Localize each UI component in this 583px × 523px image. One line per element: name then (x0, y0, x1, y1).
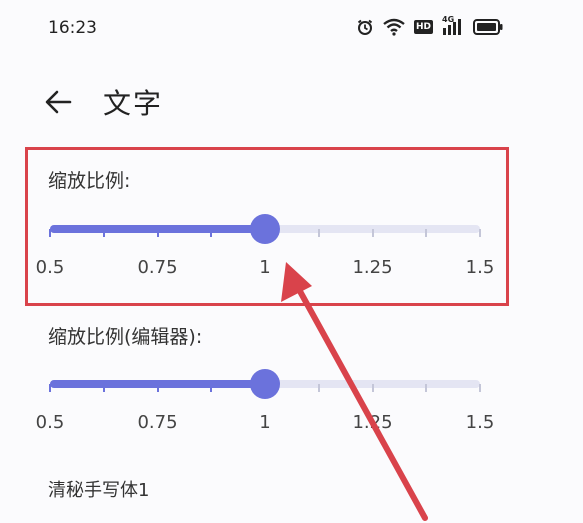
setting-label-editor-scale: 缩放比例(编辑器): (48, 326, 203, 348)
status-time: 16:23 (48, 18, 97, 38)
editor-scale-slider[interactable]: 0.5 0.75 1 1.25 1.5 (36, 369, 500, 480)
slider-tick (49, 229, 51, 237)
slider-tick-label: 0.75 (137, 412, 178, 433)
slider-tick-label: 1 (259, 412, 271, 433)
slider-tick (371, 229, 374, 237)
app-header: 文字 (0, 80, 583, 124)
slider-tick (156, 384, 159, 392)
slider-tick (317, 384, 320, 392)
slider-tick (210, 384, 213, 392)
slider-tick-label: 1.5 (465, 412, 495, 433)
font-setting-label[interactable]: 清秘手写体1 (48, 476, 149, 502)
slider-tick (156, 229, 159, 237)
signal-4g-icon: 4G (442, 15, 464, 36)
slider-tick-label: 1.25 (352, 257, 393, 278)
slider-thumb[interactable] (250, 214, 280, 244)
battery-icon (473, 19, 503, 35)
slider-thumb[interactable] (250, 369, 280, 399)
page-title: 文字 (103, 87, 164, 120)
slider-tick (210, 229, 213, 237)
slider-tick-label: 1 (259, 257, 271, 278)
back-arrow-icon (45, 90, 72, 114)
slider-tick (49, 384, 51, 392)
slider-tick (102, 384, 105, 392)
slider-tick-label: 0.75 (137, 257, 178, 278)
status-bar: 16:23 HD 4G (0, 0, 583, 60)
setting-label-scale: 缩放比例: (48, 170, 131, 192)
slider-tick-label: 1.5 (465, 257, 495, 278)
slider-tick (371, 384, 374, 392)
slider-tick (425, 384, 428, 392)
alarm-icon (356, 18, 374, 36)
slider-tick (317, 229, 320, 237)
wifi-icon (383, 18, 405, 36)
slider-tick-label: 0.5 (35, 412, 65, 433)
slider-tick (425, 229, 428, 237)
hd-icon: HD (413, 20, 433, 34)
slider-tick-label: 1.25 (352, 412, 393, 433)
scale-slider[interactable]: 0.5 0.75 1 1.25 1.5 (36, 214, 500, 325)
slider-tick (102, 229, 105, 237)
slider-tick (479, 384, 481, 392)
slider-tick-label: 0.5 (35, 257, 65, 278)
status-icons: HD 4G (356, 15, 503, 36)
back-button[interactable] (40, 84, 76, 120)
slider-tick (479, 229, 481, 237)
